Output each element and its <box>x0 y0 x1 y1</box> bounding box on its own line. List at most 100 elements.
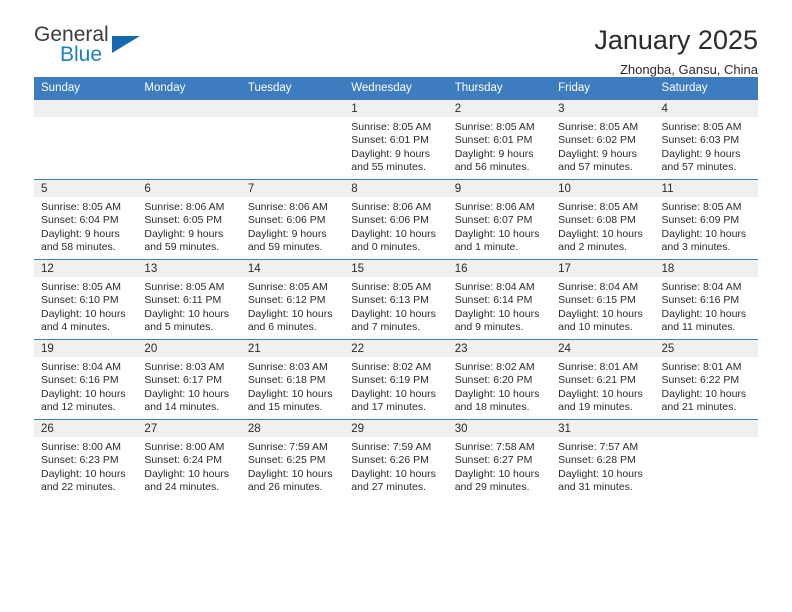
sunrise-text: Sunrise: 7:59 AM <box>351 441 432 453</box>
day-detail: Sunrise: 8:05 AM Sunset: 6:10 PM Daylight:… <box>34 277 137 335</box>
calendar-day-cell[interactable]: 10 Sunrise: 8:05 AM Sunset: 6:08 PM Dayligh… <box>551 179 655 260</box>
daylight-text: Daylight: 10 hours and 4 minutes. <box>41 307 126 334</box>
day-number: 4 <box>654 100 758 117</box>
calendar-day-cell[interactable]: 31 Sunrise: 7:57 AM Sunset: 6:28 PM Dayligh… <box>551 419 655 499</box>
day-number: 5 <box>34 180 138 197</box>
sunset-text: Sunset: 6:20 PM <box>454 374 533 387</box>
calendar-day-cell[interactable]: 9 Sunrise: 8:06 AM Sunset: 6:07 PM Daylight… <box>447 179 552 260</box>
sunset-text: Sunset: 6:24 PM <box>144 454 223 467</box>
calendar-day-cell[interactable]: 30 Sunrise: 7:58 AM Sunset: 6:27 PM Dayligh… <box>447 419 552 499</box>
calendar-day-cell[interactable]: 21 Sunrise: 8:03 AM Sunset: 6:18 PM Dayligh… <box>240 339 345 420</box>
page-header: General Blue January 2025 Zhongba, Gansu… <box>34 0 758 78</box>
sunset-text: Sunset: 6:22 PM <box>661 374 740 387</box>
generalblue-logo[interactable]: General Blue <box>34 24 154 72</box>
day-detail: Sunrise: 8:04 AM Sunset: 6:14 PM Daylight:… <box>448 277 551 335</box>
calendar-day-cell[interactable]: 26 Sunrise: 8:00 AM Sunset: 6:23 PM Dayligh… <box>34 419 138 499</box>
day-detail: Sunrise: 8:01 AM Sunset: 6:22 PM Daylight:… <box>655 357 758 415</box>
sunrise-text: Sunrise: 8:00 AM <box>144 441 225 453</box>
day-number <box>137 100 241 117</box>
sunrise-text: Sunrise: 8:06 AM <box>351 201 432 213</box>
calendar-day-cell[interactable]: 16 Sunrise: 8:04 AM Sunset: 6:14 PM Dayligh… <box>447 259 552 340</box>
day-number: 21 <box>240 340 345 357</box>
sunset-text: Sunset: 6:04 PM <box>41 214 119 227</box>
logo-triangle-icon <box>112 36 140 53</box>
day-detail: Sunrise: 8:06 AM Sunset: 6:05 PM Daylight:… <box>137 197 240 255</box>
calendar-day-cell[interactable]: 3 Sunrise: 8:05 AM Sunset: 6:02 PM Daylight… <box>551 100 655 180</box>
calendar-day-cell-empty <box>654 419 758 499</box>
daylight-text: Daylight: 9 hours and 56 minutes. <box>454 147 534 174</box>
calendar-day-cell[interactable]: 24 Sunrise: 8:01 AM Sunset: 6:21 PM Dayligh… <box>551 339 655 420</box>
calendar-day-cell[interactable]: 7 Sunrise: 8:06 AM Sunset: 6:06 PM Daylight… <box>240 179 345 260</box>
calendar-day-cell[interactable]: 19 Sunrise: 8:04 AM Sunset: 6:16 PM Dayligh… <box>34 339 138 420</box>
sunrise-text: Sunrise: 8:06 AM <box>247 201 328 213</box>
daylight-text: Daylight: 10 hours and 2 minutes. <box>558 227 643 254</box>
calendar-day-cell[interactable]: 8 Sunrise: 8:06 AM Sunset: 6:06 PM Daylight… <box>344 179 448 260</box>
day-number: 22 <box>344 340 448 357</box>
day-detail: Sunrise: 8:05 AM Sunset: 6:08 PM Daylight:… <box>551 197 654 255</box>
day-number: 10 <box>551 180 655 197</box>
title-block: January 2025 Zhongba, Gansu, China <box>594 24 758 80</box>
daylight-text: Daylight: 10 hours and 1 minute. <box>454 227 540 254</box>
calendar-day-cell[interactable]: 14 Sunrise: 8:05 AM Sunset: 6:12 PM Dayligh… <box>240 259 345 340</box>
day-detail: Sunrise: 8:03 AM Sunset: 6:17 PM Daylight:… <box>137 357 240 415</box>
sunset-text: Sunset: 6:08 PM <box>558 214 636 227</box>
day-detail: Sunrise: 8:00 AM Sunset: 6:24 PM Daylight:… <box>137 437 240 495</box>
day-number: 18 <box>654 260 758 277</box>
calendar-day-cell[interactable]: 17 Sunrise: 8:04 AM Sunset: 6:15 PM Dayligh… <box>551 259 655 340</box>
daylight-text: Daylight: 10 hours and 29 minutes. <box>454 467 540 494</box>
day-number: 8 <box>344 180 448 197</box>
calendar-day-cell[interactable]: 4 Sunrise: 8:05 AM Sunset: 6:03 PM Daylight… <box>654 100 758 180</box>
day-detail: Sunrise: 8:05 AM Sunset: 6:04 PM Daylight:… <box>34 197 137 255</box>
day-number: 30 <box>447 420 552 437</box>
day-detail: Sunrise: 8:04 AM Sunset: 6:16 PM Daylight:… <box>34 357 137 415</box>
calendar-day-cell[interactable]: 23 Sunrise: 8:02 AM Sunset: 6:20 PM Dayligh… <box>447 339 552 420</box>
day-detail: Sunrise: 8:06 AM Sunset: 6:06 PM Daylight:… <box>344 197 447 255</box>
day-number: 2 <box>447 100 552 117</box>
sunset-text: Sunset: 6:18 PM <box>247 374 326 387</box>
daylight-text: Daylight: 9 hours and 59 minutes. <box>247 227 327 254</box>
calendar-day-cell[interactable]: 15 Sunrise: 8:05 AM Sunset: 6:13 PM Dayligh… <box>344 259 448 340</box>
sunrise-text: Sunrise: 8:01 AM <box>661 361 742 373</box>
sunset-text: Sunset: 6:10 PM <box>41 294 119 307</box>
calendar-week-row: 5 Sunrise: 8:05 AM Sunset: 6:04 PM Daylight… <box>34 179 758 260</box>
calendar-day-cell[interactable]: 20 Sunrise: 8:03 AM Sunset: 6:17 PM Dayligh… <box>137 339 241 420</box>
calendar-day-cell[interactable]: 12 Sunrise: 8:05 AM Sunset: 6:10 PM Dayligh… <box>34 259 138 340</box>
calendar-day-cell[interactable]: 29 Sunrise: 7:59 AM Sunset: 6:26 PM Dayligh… <box>344 419 448 499</box>
daylight-text: Daylight: 10 hours and 10 minutes. <box>558 307 643 334</box>
sunset-text: Sunset: 6:15 PM <box>558 294 636 307</box>
weekday-header-saturday: Saturday <box>654 77 758 100</box>
day-number: 24 <box>551 340 655 357</box>
calendar-day-cell[interactable]: 11 Sunrise: 8:05 AM Sunset: 6:09 PM Dayligh… <box>654 179 758 260</box>
calendar-day-cell[interactable]: 28 Sunrise: 7:59 AM Sunset: 6:25 PM Dayligh… <box>240 419 345 499</box>
daylight-text: Daylight: 10 hours and 17 minutes. <box>351 387 436 414</box>
sunset-text: Sunset: 6:09 PM <box>661 214 740 227</box>
calendar-page: General Blue January 2025 Zhongba, Gansu… <box>0 0 792 612</box>
sunset-text: Sunset: 6:19 PM <box>351 374 429 387</box>
weekday-header-friday: Friday <box>551 77 655 100</box>
calendar-day-cell[interactable]: 2 Sunrise: 8:05 AM Sunset: 6:01 PM Daylight… <box>447 100 552 180</box>
day-detail: Sunrise: 8:06 AM Sunset: 6:06 PM Daylight:… <box>241 197 344 255</box>
calendar-day-cell[interactable]: 25 Sunrise: 8:01 AM Sunset: 6:22 PM Dayligh… <box>654 339 758 420</box>
calendar-day-cell[interactable]: 18 Sunrise: 8:04 AM Sunset: 6:16 PM Dayligh… <box>654 259 758 340</box>
sunrise-text: Sunrise: 7:59 AM <box>247 441 328 453</box>
calendar-day-cell[interactable]: 27 Sunrise: 8:00 AM Sunset: 6:24 PM Dayligh… <box>137 419 241 499</box>
day-detail: Sunrise: 8:05 AM Sunset: 6:12 PM Daylight:… <box>241 277 344 335</box>
calendar-week-row: 12 Sunrise: 8:05 AM Sunset: 6:10 PM Dayligh… <box>34 259 758 340</box>
calendar-day-cell[interactable]: 1 Sunrise: 8:05 AM Sunset: 6:01 PM Daylight… <box>344 100 448 180</box>
day-detail: Sunrise: 8:00 AM Sunset: 6:23 PM Daylight:… <box>34 437 137 495</box>
daylight-text: Daylight: 10 hours and 5 minutes. <box>144 307 230 334</box>
sunrise-text: Sunrise: 8:05 AM <box>454 121 535 133</box>
sunset-text: Sunset: 6:06 PM <box>351 214 429 227</box>
calendar-day-cell[interactable]: 5 Sunrise: 8:05 AM Sunset: 6:04 PM Daylight… <box>34 179 138 260</box>
sunrise-text: Sunrise: 8:01 AM <box>558 361 639 373</box>
day-number <box>654 420 758 437</box>
day-number: 19 <box>34 340 138 357</box>
calendar-day-cell[interactable]: 6 Sunrise: 8:06 AM Sunset: 6:05 PM Daylight… <box>137 179 241 260</box>
calendar-day-cell[interactable]: 13 Sunrise: 8:05 AM Sunset: 6:11 PM Dayligh… <box>137 259 241 340</box>
daylight-text: Daylight: 9 hours and 59 minutes. <box>144 227 224 254</box>
day-number: 11 <box>654 180 758 197</box>
sunset-text: Sunset: 6:17 PM <box>144 374 223 387</box>
day-number <box>34 100 138 117</box>
calendar-day-cell[interactable]: 22 Sunrise: 8:02 AM Sunset: 6:19 PM Dayligh… <box>344 339 448 420</box>
day-detail <box>34 117 137 121</box>
